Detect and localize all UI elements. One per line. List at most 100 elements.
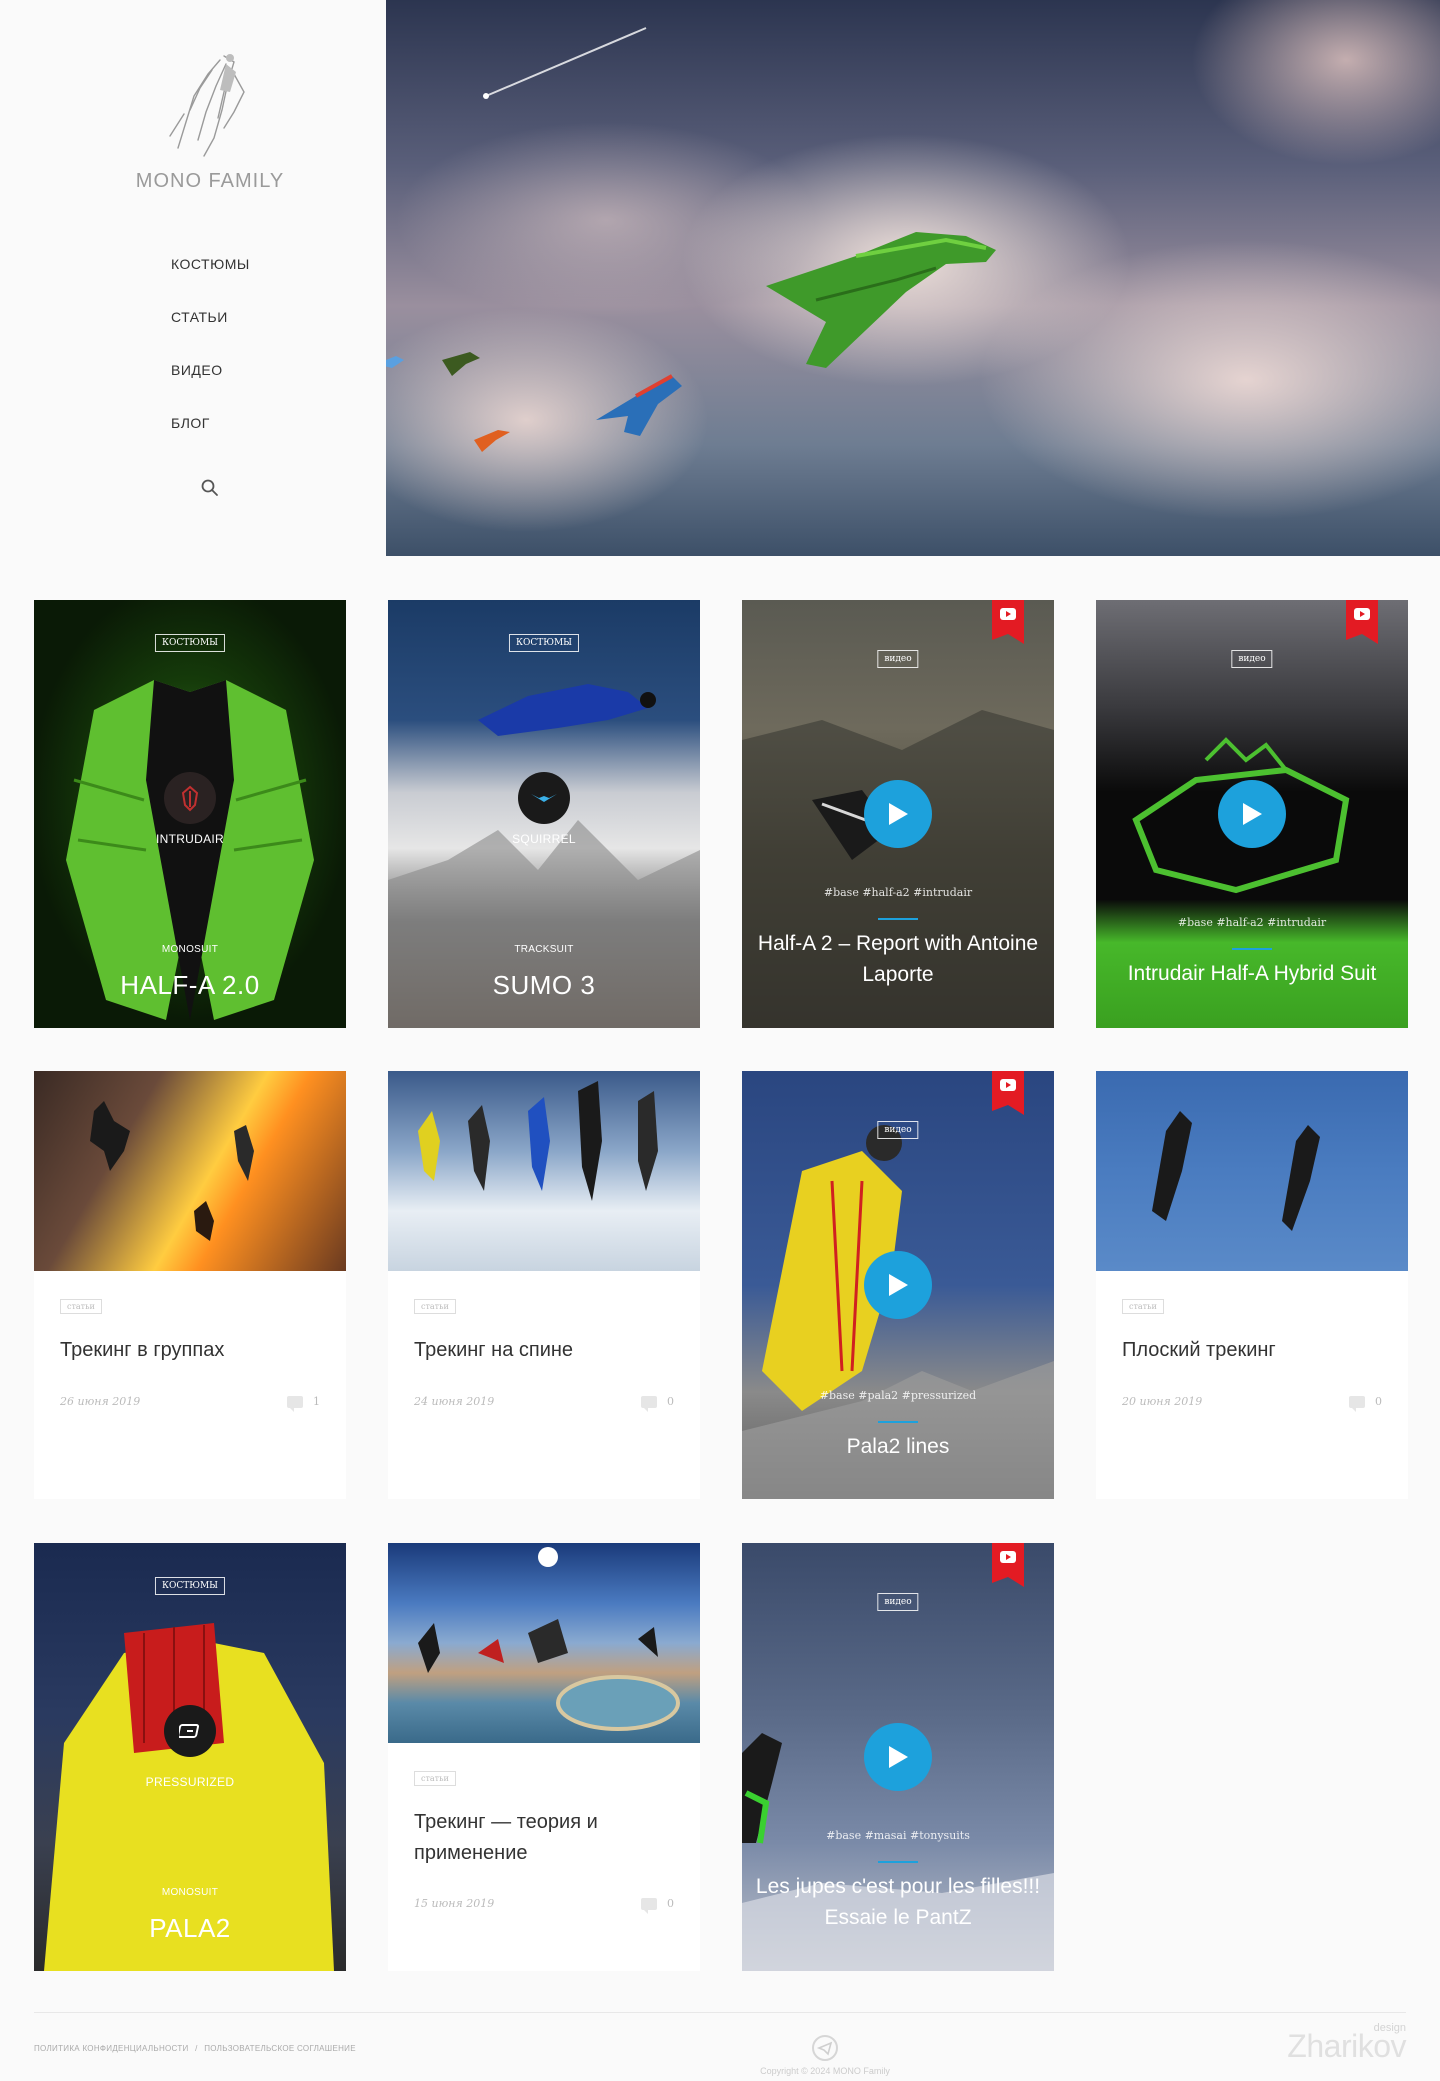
- article-card-flat-tracking[interactable]: статьи Плоский трекинг 20 июня 2019 0: [1096, 1071, 1408, 1499]
- suit-name[interactable]: SUMO 3: [388, 970, 700, 1001]
- article-title[interactable]: Трекинг в группах: [60, 1335, 326, 1366]
- video-tags: #base #half-a2 #intrudair: [823, 886, 973, 899]
- article-card-group-tracking[interactable]: статьи Трекинг в группах 26 июня 2019 1: [34, 1071, 346, 1499]
- video-card-hybrid-suit[interactable]: видео #base #half-a2 #intrudair Intrudai…: [1096, 600, 1408, 1028]
- article-date: 24 июня 2019: [414, 1395, 495, 1408]
- agreement-link[interactable]: ПОЛЬЗОВАТЕЛЬСКОЕ СОГЛАШЕНИЕ: [204, 2044, 356, 2053]
- article-image[interactable]: [1096, 1071, 1408, 1271]
- copyright: Copyright © 2024 MONO Family: [760, 2066, 890, 2076]
- suit-card-pala2[interactable]: КОСТЮМЫ PRESSURIZED MONOSUIT PALA2: [34, 1543, 346, 1971]
- play-icon[interactable]: [864, 1723, 932, 1791]
- article-image[interactable]: [34, 1071, 346, 1271]
- comment-count: 1: [313, 1395, 320, 1408]
- article-image[interactable]: [388, 1071, 700, 1271]
- article-date: 26 июня 2019: [60, 1395, 141, 1408]
- comment-icon: [1349, 1395, 1365, 1412]
- comment-icon: [641, 1897, 657, 1914]
- logo-wingsuit-icon[interactable]: [164, 52, 254, 162]
- suit-name[interactable]: PALA2: [34, 1913, 346, 1944]
- video-card-pantz[interactable]: видео #base #masai #tonysuits Les jupes …: [742, 1543, 1054, 1971]
- brand-name: PRESSURIZED: [145, 1775, 235, 1789]
- article-card-theory[interactable]: статьи Трекинг — теория и применение 15 …: [388, 1543, 700, 1971]
- article-meta: 26 июня 2019 1: [60, 1395, 320, 1412]
- video-title[interactable]: Les jupes c'est pour les filles!!! Essai…: [742, 1871, 1054, 1933]
- article-title[interactable]: Трекинг на спине: [414, 1335, 680, 1366]
- comment-count: 0: [667, 1897, 674, 1910]
- search-icon[interactable]: [200, 478, 220, 498]
- tag-divider: [878, 1421, 918, 1423]
- video-tags: #base #pala2 #pressurized: [819, 1389, 977, 1402]
- category-badge: статьи: [414, 1771, 456, 1786]
- comments: 1: [287, 1395, 320, 1412]
- nav-item-articles[interactable]: СТАТЬИ: [171, 307, 250, 360]
- designer-credit[interactable]: Zharikov design: [1287, 2022, 1406, 2065]
- comment-icon: [641, 1395, 657, 1412]
- footer-links: ПОЛИТИКА КОНФИДЕНЦИАЛЬНОСТИ / ПОЛЬЗОВАТЕ…: [34, 2044, 360, 2053]
- play-icon[interactable]: [864, 780, 932, 848]
- brand-name: SQUIRREL: [512, 832, 576, 846]
- article-card-back-tracking[interactable]: статьи Трекинг на спине 24 июня 2019 0: [388, 1071, 700, 1499]
- brand-name[interactable]: MONO FAMILY: [0, 170, 420, 193]
- brand-name: INTRUDAIR: [155, 832, 225, 846]
- youtube-flag-icon: [992, 600, 1024, 644]
- video-card-half-a2-report[interactable]: видео #base #half-a2 #intrudair Half-A 2…: [742, 600, 1054, 1028]
- article-meta: 24 июня 2019 0: [414, 1395, 674, 1412]
- video-card-pala2-lines[interactable]: видео #base #pala2 #pressurized Pala2 li…: [742, 1071, 1054, 1499]
- nav-item-suits[interactable]: КОСТЮМЫ: [171, 254, 250, 307]
- comments: 0: [641, 1395, 674, 1412]
- suit-card-sumo[interactable]: КОСТЮМЫ SQUIRREL TRACKSUIT SUMO 3: [388, 600, 700, 1028]
- comments: 0: [1349, 1395, 1382, 1412]
- category-badge: КОСТЮМЫ: [154, 1577, 226, 1595]
- footer-divider: [34, 2012, 1406, 2013]
- suit-type: MONOSUIT: [161, 1887, 219, 1898]
- category-badge: статьи: [414, 1299, 456, 1314]
- sidebar: MONO FAMILY КОСТЮМЫ СТАТЬИ ВИДЕО БЛОГ: [0, 0, 386, 556]
- article-date: 20 июня 2019: [1122, 1395, 1203, 1408]
- tag-divider: [878, 918, 918, 920]
- video-title[interactable]: Intrudair Half-A Hybrid Suit: [1096, 958, 1408, 989]
- main-nav: КОСТЮМЫ СТАТЬИ ВИДЕО БЛОГ: [171, 254, 250, 466]
- category-badge: видео: [877, 1121, 919, 1139]
- video-tags: #base #half-a2 #intrudair: [1177, 916, 1327, 929]
- category-badge: видео: [877, 650, 919, 668]
- article-title[interactable]: Плоский трекинг: [1122, 1335, 1388, 1366]
- play-icon[interactable]: [1218, 780, 1286, 848]
- article-meta: 20 июня 2019 0: [1122, 1395, 1382, 1412]
- nav-item-video[interactable]: ВИДЕО: [171, 360, 250, 413]
- designer-sub: design: [1373, 2022, 1406, 2034]
- hero-image: [386, 0, 1440, 556]
- telegram-icon[interactable]: [812, 2035, 838, 2061]
- tag-divider: [1232, 948, 1272, 950]
- article-date: 15 июня 2019: [414, 1897, 495, 1910]
- category-badge: видео: [1231, 650, 1273, 668]
- suit-name[interactable]: HALF-A 2.0: [34, 970, 346, 1001]
- comment-icon: [287, 1395, 303, 1412]
- video-title[interactable]: Pala2 lines: [742, 1431, 1054, 1462]
- squirrel-logo-icon: [518, 772, 570, 824]
- privacy-link[interactable]: ПОЛИТИКА КОНФИДЕНЦИАЛЬНОСТИ: [34, 2044, 189, 2053]
- category-badge: КОСТЮМЫ: [154, 634, 226, 652]
- play-icon[interactable]: [864, 1251, 932, 1319]
- comment-count: 0: [667, 1395, 674, 1408]
- pressurized-logo-icon: [164, 1705, 216, 1757]
- video-tags: #base #masai #tonysuits: [826, 1829, 970, 1842]
- footer-separator: /: [195, 2044, 198, 2053]
- category-badge: статьи: [60, 1299, 102, 1314]
- suit-card-half-a[interactable]: КОСТЮМЫ INTRUDAIR MONOSUIT HALF-A 2.0: [34, 600, 346, 1028]
- tag-divider: [878, 1861, 918, 1863]
- video-title[interactable]: Half-A 2 – Report with Antoine Laporte: [742, 928, 1054, 990]
- suit-type: MONOSUIT: [161, 944, 219, 955]
- comments: 0: [641, 1897, 674, 1914]
- youtube-flag-icon: [992, 1071, 1024, 1115]
- article-title[interactable]: Трекинг — теория и применение: [414, 1807, 680, 1869]
- article-image[interactable]: [388, 1543, 700, 1743]
- comment-count: 0: [1375, 1395, 1382, 1408]
- category-badge: статьи: [1122, 1299, 1164, 1314]
- suit-type: TRACKSUIT: [514, 944, 574, 955]
- nav-item-blog[interactable]: БЛОГ: [171, 413, 250, 466]
- youtube-flag-icon: [1346, 600, 1378, 644]
- brand-logo-icon: [164, 772, 216, 824]
- category-badge: КОСТЮМЫ: [508, 634, 580, 652]
- youtube-flag-icon: [992, 1543, 1024, 1587]
- article-meta: 15 июня 2019 0: [414, 1897, 674, 1914]
